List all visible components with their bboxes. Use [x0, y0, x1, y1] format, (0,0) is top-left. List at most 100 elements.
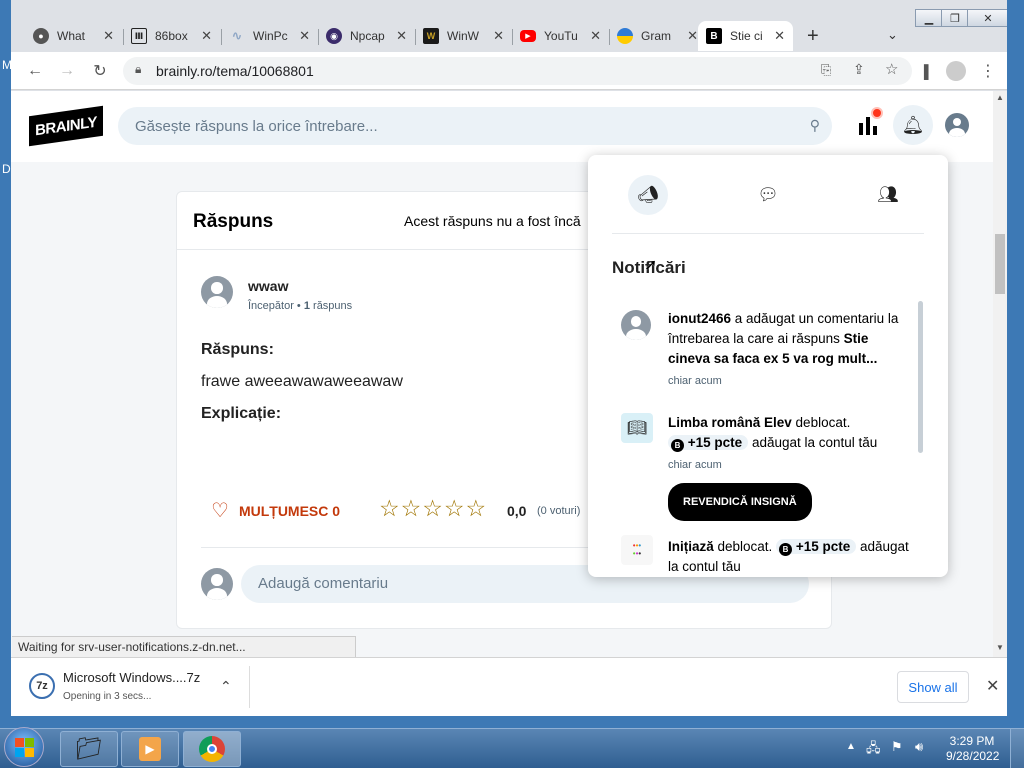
tab[interactable]: ● What ✕	[25, 21, 122, 51]
close-tab-icon[interactable]: ✕	[687, 28, 698, 44]
tray-expand-icon[interactable]: ▲	[846, 741, 856, 752]
close-tab-icon[interactable]: ✕	[396, 28, 407, 44]
tab-strip: ▁ ❐ ✕ ● What ✕ Ⅲ 86box ✕ ∿ WinPc ✕ ◉ Npcap ✕…	[11, 0, 1007, 52]
close-tab-icon[interactable]: ✕	[201, 28, 212, 44]
notification-text: adăugat la contul tău	[748, 435, 878, 450]
tab[interactable]: ◉ Npcap ✕	[318, 21, 415, 51]
tab[interactable]: ∿ WinPc ✕	[221, 21, 318, 51]
show-all-button[interactable]: Show all	[897, 671, 969, 703]
brainly-icon: B	[706, 28, 722, 44]
maximize-button[interactable]: ❐	[941, 9, 969, 27]
taskbar: 📁︎ ▶ ▲ 🖧︎ ⚑ 🔊︎ 3:29 PM 9/28/2022	[0, 727, 1024, 768]
author-meta: Începător • 1 răspuns	[248, 300, 353, 312]
star-icon[interactable]: ☆	[466, 495, 488, 521]
search-input[interactable]: Găsește răspuns la orice întrebare... ⚲	[118, 107, 832, 145]
tab[interactable]: ▶ YouTu ✕	[512, 21, 609, 51]
notification-item[interactable]: Limba română Elev deblocat. B +15 pcte a…	[668, 413, 913, 521]
address-bar[interactable]: 🔒︎ brainly.ro/tema/10068801 ⎘ ⇪ ☆	[123, 57, 912, 85]
download-filename[interactable]: Microsoft Windows....7z	[63, 670, 200, 685]
scroll-thumb[interactable]	[995, 234, 1005, 294]
badge-name: Inițiază	[668, 539, 714, 554]
commenter-avatar	[201, 568, 233, 600]
clock[interactable]: 3:29 PM 9/28/2022	[946, 734, 999, 764]
notification-item[interactable]: Inițiază deblocat. B +15 pcte adăugat la…	[668, 537, 913, 577]
profile-icon[interactable]	[945, 60, 967, 82]
chrome-taskbar-button[interactable]	[183, 731, 241, 767]
tab-active[interactable]: B Stie ci ✕	[698, 21, 793, 51]
thanks-button[interactable]: ♡ MULȚUMESC 0	[211, 498, 340, 523]
close-tab-icon[interactable]: ✕	[774, 28, 785, 44]
tab-title: YouTu	[544, 29, 578, 43]
page-scrollbar[interactable]: ▲ ▼	[993, 91, 1007, 657]
start-button[interactable]	[4, 727, 44, 767]
tab[interactable]: W WinW ✕	[415, 21, 512, 51]
tab-activity[interactable]: 📣︎	[628, 175, 668, 215]
share-icon[interactable]: ⇪	[853, 61, 865, 78]
notification-item[interactable]: ionut2466 a adăugat un comentariu la înt…	[668, 309, 913, 391]
comment-placeholder: Adaugă comentariu	[258, 575, 389, 592]
chevron-up-icon[interactable]: ⌃	[220, 678, 232, 695]
tab[interactable]: Gram ✕	[609, 21, 706, 51]
close-tab-icon[interactable]: ✕	[299, 28, 310, 44]
notification-dot	[871, 107, 883, 119]
user-avatar[interactable]	[945, 113, 969, 137]
votes-count: (0 voturi)	[537, 505, 581, 517]
notification-user[interactable]: ionut2466	[668, 311, 731, 326]
bell-icon[interactable]: 🔔︎	[893, 105, 933, 145]
notifications-scrollbar[interactable]	[918, 301, 923, 453]
close-tab-icon[interactable]: ✕	[493, 28, 504, 44]
close-window-button[interactable]: ✕	[967, 9, 1007, 27]
search-icon[interactable]: ⚲	[810, 117, 820, 134]
youtube-icon: ▶	[520, 30, 536, 42]
tab-title: Stie ci	[730, 29, 763, 43]
author-rank: Începător	[248, 300, 294, 312]
folder-icon: 📁︎	[75, 736, 103, 761]
author-name[interactable]: wwaw	[248, 278, 288, 294]
notification-time: chiar acum	[668, 375, 722, 387]
eye-icon: ◉	[326, 28, 342, 44]
minimize-button[interactable]: ▁	[915, 9, 943, 27]
book-badge-icon: 📖︎	[621, 413, 653, 443]
library-icon: Ⅲ	[131, 28, 147, 44]
star-icon[interactable]: ☆	[379, 495, 401, 521]
close-tab-icon[interactable]: ✕	[590, 28, 601, 44]
close-tab-icon[interactable]: ✕	[103, 28, 114, 44]
notification-text: deblocat.	[713, 539, 777, 554]
new-tab-icon[interactable]: +	[807, 25, 819, 48]
author-avatar[interactable]	[201, 276, 233, 308]
url-text[interactable]: brainly.ro/tema/10068801	[156, 63, 314, 79]
media-player-taskbar-button[interactable]: ▶	[121, 731, 179, 767]
tab-friends[interactable]: 👥︎	[868, 175, 908, 215]
bookmark-star-icon[interactable]: ☆	[885, 60, 898, 78]
answer-text: frawe aweeawawaweeawaw	[201, 373, 403, 390]
browser-window: ▁ ❐ ✕ ● What ✕ Ⅲ 86box ✕ ∿ WinPc ✕ ◉ Npcap ✕…	[11, 0, 1007, 716]
media-player-icon: ▶	[139, 737, 161, 761]
tab-title: Npcap	[350, 29, 385, 43]
star-icon[interactable]: ☆	[422, 495, 444, 521]
explorer-taskbar-button[interactable]: 📁︎	[60, 731, 118, 767]
show-desktop-button[interactable]	[1010, 729, 1024, 768]
reload-icon[interactable]: ↻	[89, 60, 111, 82]
notification-text: deblocat.	[791, 415, 851, 430]
star-icon[interactable]: ☆	[444, 495, 466, 521]
answers-word: răspuns	[313, 300, 353, 312]
action-center-flag-icon[interactable]: ⚑	[891, 739, 903, 755]
tab-messages[interactable]: 💬︎	[748, 175, 788, 215]
close-download-bar-icon[interactable]: ✕	[986, 676, 999, 696]
claim-badge-button[interactable]: REVENDICĂ INSIGNĂ	[668, 483, 812, 521]
menu-icon[interactable]: ⋮	[977, 60, 999, 82]
forward-icon[interactable]: →	[56, 60, 78, 82]
tab-search-icon[interactable]: ⌄	[887, 27, 898, 43]
leaderboard-icon[interactable]	[857, 107, 883, 137]
rating-stars[interactable]: ☆☆☆☆☆	[379, 495, 487, 522]
volume-icon[interactable]: 🔊︎	[915, 739, 923, 755]
translate-icon[interactable]: ⎘	[821, 62, 831, 78]
points-badge: B +15 pcte	[776, 539, 857, 556]
close-icon: ✕	[983, 12, 993, 25]
tab[interactable]: Ⅲ 86box ✕	[123, 21, 220, 51]
side-panel-icon[interactable]: ▐	[913, 60, 935, 82]
network-icon[interactable]: 🖧︎	[866, 739, 881, 761]
star-icon[interactable]: ☆	[401, 495, 423, 521]
back-icon[interactable]: ←	[24, 60, 46, 82]
brainly-logo[interactable]: BRAINLY	[29, 105, 103, 147]
